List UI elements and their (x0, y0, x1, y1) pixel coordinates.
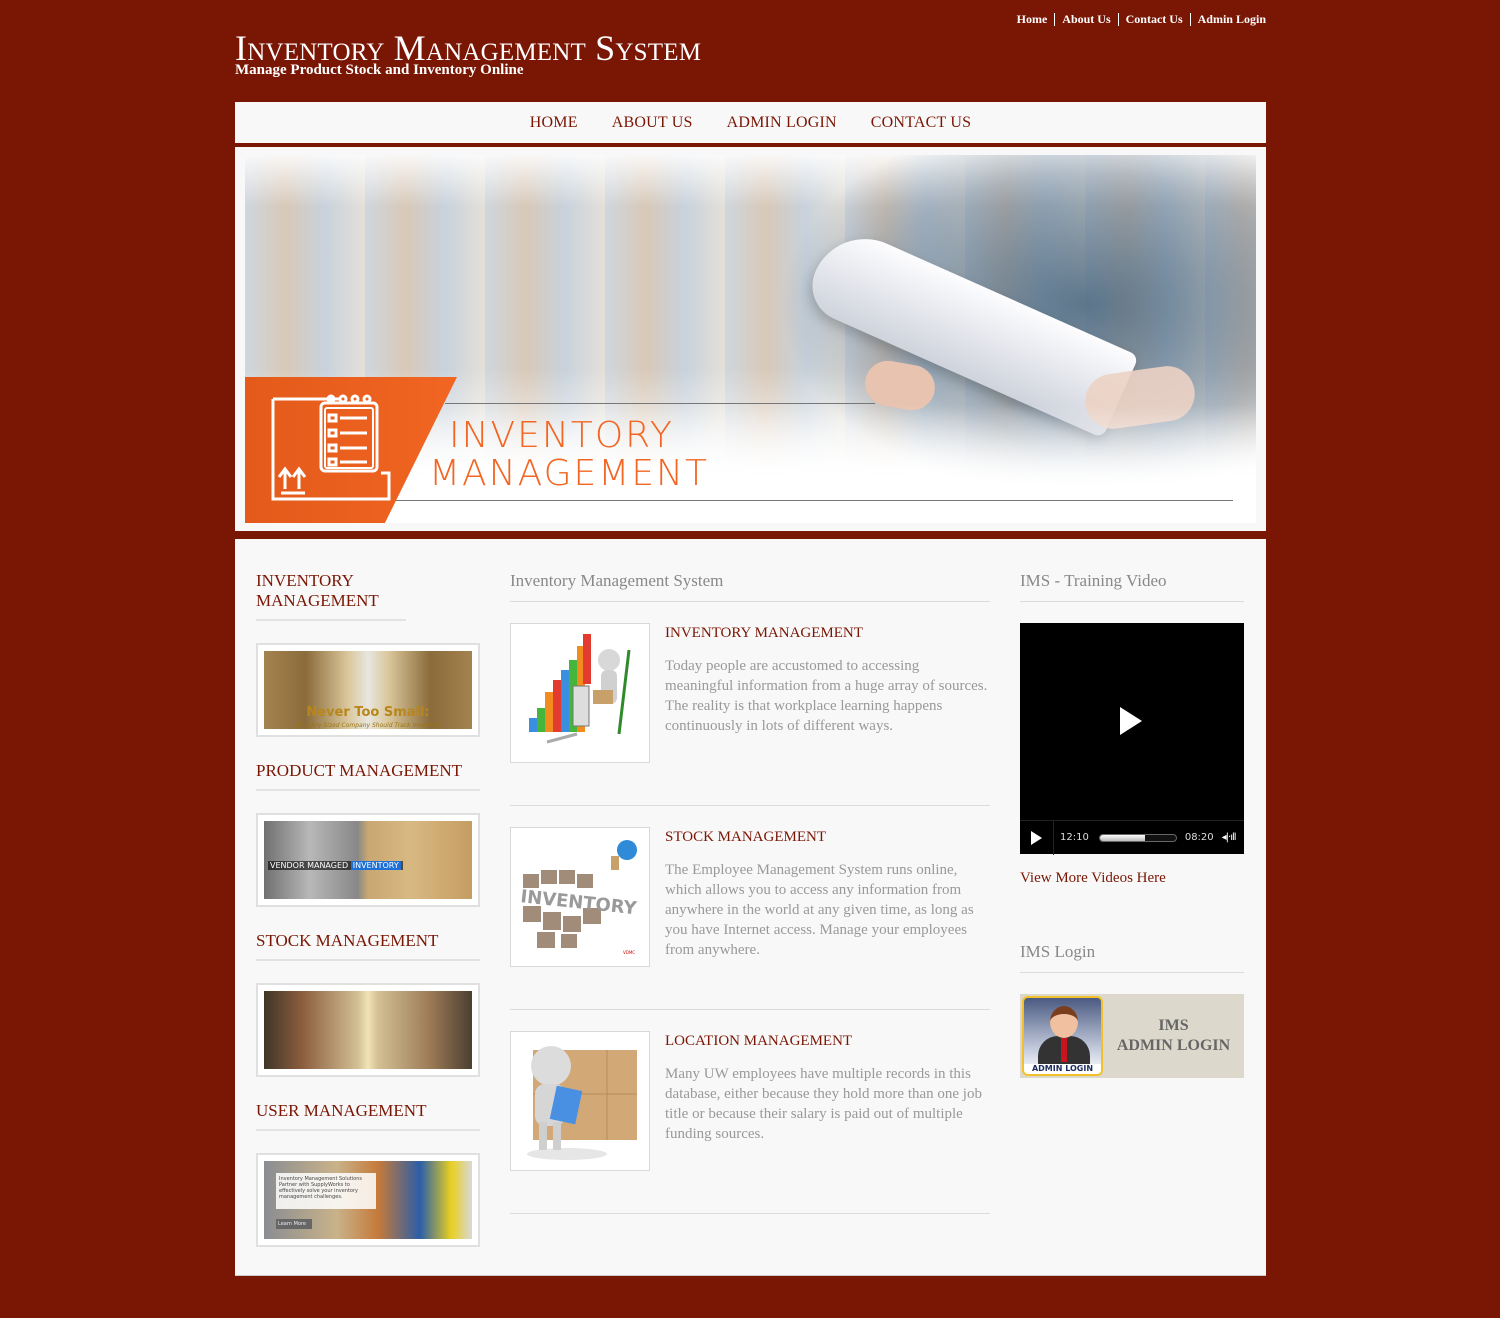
admin-login-button[interactable]: ADMIN LOGIN IMS ADMIN LOGIN (1020, 994, 1244, 1078)
sidebar: INVENTORY MANAGEMENT Never Too Small: Wh… (256, 571, 480, 1271)
hero-rule (385, 500, 1233, 501)
main-nav: HOME ABOUT US ADMIN LOGIN CONTACT US (235, 102, 1266, 146)
site-subtitle: Manage Product Stock and Inventory Onlin… (235, 62, 524, 78)
image-caption: Never Too Small: (306, 705, 430, 720)
video-remaining-time: 08:20 (1184, 832, 1214, 843)
sidebar-heading: USER MANAGEMENT (256, 1101, 480, 1131)
feature-thumbnail[interactable] (510, 623, 650, 763)
sidebar-heading: PRODUCT MANAGEMENT (256, 761, 480, 791)
inventory-solutions-image: Inventory Management Solutions Partner wi… (264, 1161, 472, 1239)
bar-chart-figure-image (517, 630, 643, 756)
feature-description: Today people are accustomed to accessing… (665, 658, 988, 734)
top-link-about-us[interactable]: About Us (1055, 12, 1117, 27)
admin-avatar-icon: ADMIN LOGIN (1022, 996, 1103, 1076)
hero-rule (445, 403, 875, 404)
vendor-managed-inventory-image: VENDOR MANAGED INVENTORY (264, 821, 472, 899)
warehouse-shelves-image (264, 991, 472, 1069)
sidebar-image-link[interactable]: Inventory Management Solutions Partner wi… (256, 1153, 480, 1247)
admin-badge-label: ADMIN LOGIN (1024, 1064, 1101, 1073)
nav-contact-us[interactable]: CONTACT US (854, 114, 988, 132)
feature-description: Many UW employees have multiple records … (665, 1066, 982, 1142)
inventory-checklist-icon (271, 394, 391, 501)
play-button-icon[interactable] (1020, 820, 1054, 855)
hero-banner-frame: INVENTORY MANAGEMENT (235, 147, 1266, 535)
volume-icon[interactable]: ◂|·ıll (1222, 832, 1237, 843)
image-subcaption: Why Any-Sized Company Should Track Inven… (294, 722, 442, 729)
login-heading: IMS Login (1020, 942, 1244, 973)
figure-with-boxes-image (517, 1038, 643, 1164)
hero-title-line1: INVENTORY (449, 415, 674, 456)
inventory-boxes-image: INVENTORY VDMC (517, 834, 643, 960)
video-progress-fill (1099, 834, 1146, 841)
image-caption: VENDOR MANAGED INVENTORY (268, 861, 403, 870)
sidebar-section-product-management: PRODUCT MANAGEMENT VENDOR MANAGED INVENT… (256, 761, 480, 907)
feature-title[interactable]: STOCK MANAGEMENT (665, 829, 990, 846)
sidebar-heading: INVENTORY MANAGEMENT (256, 571, 406, 621)
feature-title[interactable]: INVENTORY MANAGEMENT (665, 625, 990, 642)
video-heading: IMS - Training Video (1020, 571, 1244, 602)
top-links: Home About Us Contact Us Admin Login (1010, 12, 1266, 27)
nav-home[interactable]: HOME (513, 114, 595, 132)
main-heading: Inventory Management System (510, 571, 990, 602)
feature-thumbnail[interactable]: INVENTORY VDMC (510, 827, 650, 967)
hero-title: INVENTORY MANAGEMENT (429, 417, 709, 493)
sidebar-image-link[interactable]: VENDOR MANAGED INVENTORY (256, 813, 480, 907)
video-controls: 12:10 08:20 ◂|·ıll (1020, 820, 1244, 855)
right-column: IMS - Training Video 12:10 08:20 ◂|·ıll … (1020, 571, 1244, 1078)
feature-item: LOCATION MANAGEMENT Many UW employees ha… (510, 1010, 990, 1214)
nav-admin-login[interactable]: ADMIN LOGIN (710, 114, 854, 132)
sidebar-image-link[interactable]: Never Too Small: Why Any-Sized Company S… (256, 643, 480, 737)
content-panel: INVENTORY MANAGEMENT Never Too Small: Wh… (235, 539, 1266, 1276)
warehouse-aisle-image: Never Too Small: Why Any-Sized Company S… (264, 651, 472, 729)
svg-text:VDMC: VDMC (623, 950, 635, 955)
sidebar-heading: STOCK MANAGEMENT (256, 931, 480, 961)
feature-item: INVENTORY VDMC STOCK MANAGEMENT The Empl… (510, 806, 990, 1010)
training-video-player[interactable]: 12:10 08:20 ◂|·ıll (1020, 623, 1244, 855)
feature-title[interactable]: LOCATION MANAGEMENT (665, 1033, 990, 1050)
sidebar-section-stock-management: STOCK MANAGEMENT (256, 931, 480, 1077)
feature-item: INVENTORY MANAGEMENT Today people are ac… (510, 602, 990, 806)
admin-login-label: IMS ADMIN LOGIN (1116, 1017, 1231, 1054)
hero-title-line2: MANAGEMENT (429, 453, 709, 494)
video-elapsed-time: 12:10 (1060, 832, 1089, 843)
sidebar-image-link[interactable] (256, 983, 480, 1077)
top-link-contact-us[interactable]: Contact Us (1119, 12, 1190, 27)
image-learn-more: Learn More (276, 1219, 312, 1229)
main-column: Inventory Management System INVENTORY MA… (510, 571, 990, 1214)
sidebar-section-inventory-management: INVENTORY MANAGEMENT Never Too Small: Wh… (256, 571, 480, 737)
nav-about-us[interactable]: ABOUT US (595, 114, 710, 132)
view-more-videos-link[interactable]: View More Videos Here (1020, 870, 1244, 887)
hero-banner: INVENTORY MANAGEMENT (245, 155, 1256, 523)
top-link-home[interactable]: Home (1010, 12, 1055, 27)
video-progress-bar[interactable] (1098, 833, 1177, 842)
feature-description: The Employee Management System runs onli… (665, 862, 974, 958)
big-play-icon[interactable] (1120, 707, 1142, 735)
image-overlay-text: Inventory Management Solutions Partner wi… (276, 1173, 376, 1209)
sidebar-section-user-management: USER MANAGEMENT Inventory Management Sol… (256, 1101, 480, 1247)
feature-thumbnail[interactable] (510, 1031, 650, 1171)
top-link-admin-login[interactable]: Admin Login (1191, 12, 1266, 27)
